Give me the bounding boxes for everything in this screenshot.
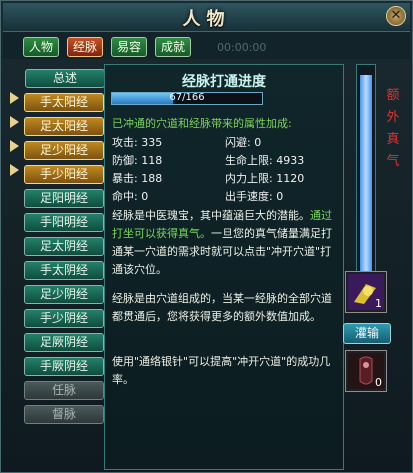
desc-line-a: 经脉是中医瑰宝，其中蕴涵巨大的潜能。: [112, 209, 310, 222]
attr-attack-speed: 出手速度: 0: [225, 190, 284, 203]
attr-crit: 暴击: 188: [112, 172, 163, 185]
needle-item-slot[interactable]: 0: [345, 350, 387, 392]
nav-arrow-icon: [10, 116, 19, 128]
nav-arrow-icon: [10, 140, 19, 152]
pour-qi-button[interactable]: 灌输: [343, 323, 391, 344]
extra-qi-fill: [360, 75, 372, 297]
qi-item-slot[interactable]: 1: [345, 271, 387, 313]
nav-hand-shaoyang[interactable]: 手少阳经: [24, 165, 104, 184]
attr-defense: 防御: 118: [112, 154, 163, 167]
nav-foot-jueyin[interactable]: 足厥阴经: [24, 333, 104, 352]
tab-meridians[interactable]: 经脉: [67, 37, 104, 57]
attr-max-mp: 内力上限: 1120: [225, 172, 305, 185]
nav-hand-taiyin[interactable]: 手太阴经: [24, 261, 104, 280]
close-icon[interactable]: ✕: [386, 6, 406, 26]
meridian-progress-bar: 67/166: [111, 92, 263, 105]
nav-arrow-icon: [10, 164, 19, 176]
meridian-nav: 总述 手太阳经 足太阳经 足少阳经 手少阳经 足阳明经 手阳明经 足太阴经 手太…: [8, 65, 105, 424]
attr-max-hp: 生命上限: 4933: [225, 154, 305, 167]
attr-attack: 攻击: 335: [112, 136, 163, 149]
nav-foot-taiyin[interactable]: 足太阴经: [24, 237, 104, 256]
tab-achievements[interactable]: 成就: [155, 37, 192, 57]
nav-foot-yangming[interactable]: 足阳明经: [24, 189, 104, 208]
nav-arrow-icon: [10, 92, 19, 104]
nav-foot-shaoyang[interactable]: 足少阳经: [24, 141, 104, 160]
nav-hand-taiyang[interactable]: 手太阳经: [24, 93, 104, 112]
progress-text: 67/166: [169, 92, 205, 103]
attr-dodge: 闪避: 0: [225, 136, 262, 149]
attribute-header: 已冲通的穴道和经脉带来的属性加成:: [112, 117, 292, 130]
nav-hand-jueyin[interactable]: 手厥阴经: [24, 357, 104, 376]
qi-item-count: 1: [375, 297, 382, 310]
needle-tip: 使用"通络银针"可以提高"冲开穴道"的成功几率。: [112, 355, 331, 386]
nav-hand-yangming[interactable]: 手阳明经: [24, 213, 104, 232]
nav-summary-button[interactable]: 总述: [25, 69, 105, 88]
tab-bar: 人物 经脉 易容 成就 00:00:00: [3, 32, 410, 59]
extra-qi-bar: [356, 64, 376, 301]
meridian-description: 经脉是中医瑰宝，其中蕴涵巨大的潜能。通过打坐可以获得真气。一旦您的真气储量满足打…: [112, 207, 338, 279]
nav-ren-meridian[interactable]: 任脉: [24, 381, 104, 400]
extra-qi-label: 额外真气: [386, 88, 400, 169]
needle-item-count: 0: [375, 376, 382, 389]
nav-du-meridian[interactable]: 督脉: [24, 405, 104, 424]
meridian-bonus-description: 经脉是由穴道组成的，当某一经脉的全部穴道都贯通后，您将获得更多的额外数值加成。: [112, 292, 332, 323]
window-title: 人物: [182, 9, 231, 30]
nav-foot-shaoyin[interactable]: 足少阴经: [24, 285, 104, 304]
nav-foot-taiyang[interactable]: 足太阳经: [24, 117, 104, 136]
title-bar[interactable]: 人物 ✕: [3, 3, 410, 32]
tab-time: 00:00:00: [217, 41, 267, 54]
tab-disguise[interactable]: 易容: [111, 37, 148, 57]
nav-hand-shaoyin[interactable]: 手少阴经: [24, 309, 104, 328]
tab-character[interactable]: 人物: [23, 37, 60, 57]
attr-hit: 命中: 0: [112, 190, 149, 203]
panel-title: 经脉打通进度: [182, 74, 266, 90]
character-window: 人物 ✕ 人物 经脉 易容 成就 00:00:00 总述 手太阳经 足太阳经 足…: [0, 0, 413, 473]
meridian-panel: 经脉打通进度 67/166 已冲通的穴道和经脉带来的属性加成: 攻击: 335 …: [104, 64, 344, 470]
